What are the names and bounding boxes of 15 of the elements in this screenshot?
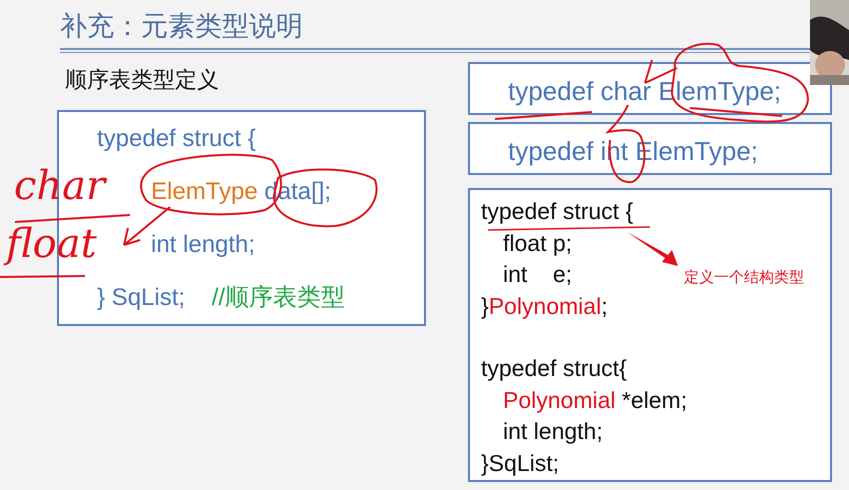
callout-arrow [627, 232, 678, 266]
code-line: }Polynomial; [481, 292, 608, 320]
code-line: float p; [502, 228, 572, 258]
code-line: } SqList; //顺序表类型 [97, 283, 346, 313]
code-line: }SqList; [481, 448, 559, 478]
slide-title: 补充：元素类型说明 [60, 10, 303, 43]
code-line: typedef struct{ [481, 354, 627, 383]
code-line: int length; [150, 230, 256, 260]
section-heading: 顺序表类型定义 [65, 66, 220, 94]
code-line: int length; [502, 417, 603, 446]
code-line: Polynomial *elem; [502, 386, 688, 414]
code-line: int e; [502, 260, 572, 289]
code-line: typedef struct { [481, 197, 634, 226]
code-line: typedef struct { [97, 124, 256, 154]
callout-text: 定义一个结构类型 [684, 268, 804, 287]
